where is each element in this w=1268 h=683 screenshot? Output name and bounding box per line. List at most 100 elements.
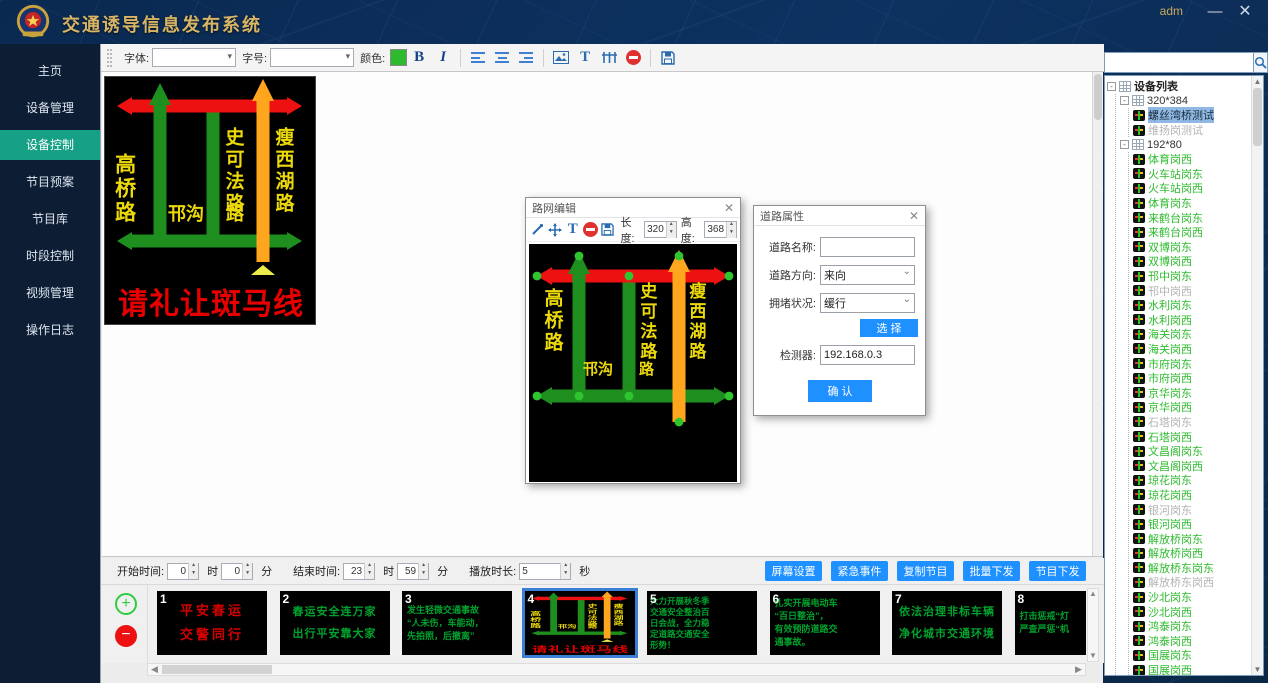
- canvas-vertical-scrollbar[interactable]: [1092, 72, 1103, 557]
- action-button-1[interactable]: 屏幕设置: [765, 561, 822, 581]
- action-button-2[interactable]: 紧急事件: [831, 561, 888, 581]
- sidebar-item-1[interactable]: 主页: [0, 56, 100, 86]
- stepper-arrows[interactable]: ▲▼: [364, 563, 374, 579]
- playlist-item-6[interactable]: 6扎实开展电动车“百日整治”，有效预防道路交通事故。: [770, 591, 880, 655]
- playlist-vertical-scrollbar[interactable]: ▲ ▼: [1087, 588, 1099, 662]
- playlist-item-2[interactable]: 2春运安全连万家出行平安靠大家: [280, 591, 390, 655]
- road-properties-titlebar[interactable]: 道路属性 ✕: [754, 206, 925, 226]
- insert-text-button[interactable]: T: [574, 47, 596, 69]
- road-properties-close-icon[interactable]: ✕: [909, 209, 919, 223]
- tree-vertical-scrollbar[interactable]: ▲ ▼: [1251, 76, 1263, 675]
- device-search-input[interactable]: [1104, 52, 1254, 73]
- scrollbar-thumb[interactable]: [162, 665, 272, 674]
- font-size-dropdown[interactable]: [270, 48, 354, 67]
- tree-expander-icon[interactable]: -: [1120, 140, 1129, 149]
- device-item[interactable]: 解放桥岗西: [1133, 546, 1247, 561]
- device-item[interactable]: 沙北岗西: [1133, 604, 1247, 619]
- device-item[interactable]: 京华岗西: [1133, 400, 1247, 415]
- height-stepper[interactable]: 368 ▲▼: [704, 221, 737, 238]
- road-edit-canvas[interactable]: 高桥路史可法路瘦西湖路邗沟路: [529, 244, 737, 482]
- add-program-button[interactable]: +: [115, 593, 137, 615]
- delete-button[interactable]: [622, 47, 644, 69]
- device-item[interactable]: 沙北岗东: [1133, 590, 1247, 605]
- end-hour-stepper[interactable]: 23▲▼: [343, 563, 375, 580]
- stepper-arrows[interactable]: ▲▼: [188, 563, 198, 579]
- device-item[interactable]: 维扬岗测试: [1133, 123, 1247, 138]
- device-item[interactable]: 来鹤台岗西: [1133, 225, 1247, 240]
- device-item[interactable]: 来鹤台岗东: [1133, 210, 1247, 225]
- device-search-button[interactable]: [1254, 52, 1268, 73]
- congestion-select[interactable]: 缓行: [820, 293, 915, 313]
- device-item[interactable]: 鸿泰岗东: [1133, 619, 1247, 634]
- playlist-horizontal-scrollbar[interactable]: ◀ ▶: [147, 663, 1086, 676]
- device-item[interactable]: 鸿泰岗西: [1133, 634, 1247, 649]
- duration-stepper[interactable]: 5▲▼: [519, 563, 571, 580]
- stepper-arrows[interactable]: ▲▼: [418, 563, 428, 579]
- save-button[interactable]: [657, 47, 679, 69]
- device-item[interactable]: 银河岗西: [1133, 517, 1247, 532]
- bold-button[interactable]: B: [408, 47, 430, 69]
- font-family-dropdown[interactable]: [152, 48, 236, 67]
- sign-preview[interactable]: 高桥路史可法路瘦西湖路邗沟路请礼让斑马线: [104, 76, 316, 325]
- action-button-3[interactable]: 复制节目: [897, 561, 954, 581]
- device-item[interactable]: 邗中岗东: [1133, 269, 1247, 284]
- device-item[interactable]: 水利岗西: [1133, 313, 1247, 328]
- playlist-item-1[interactable]: 1平安春运交警同行: [157, 591, 267, 655]
- length-stepper[interactable]: 320 ▲▼: [644, 221, 677, 238]
- tree-root-row[interactable]: -设备列表: [1107, 79, 1247, 94]
- road-name-input[interactable]: [820, 237, 915, 257]
- action-button-4[interactable]: 批量下发: [963, 561, 1020, 581]
- action-button-5[interactable]: 节目下发: [1029, 561, 1086, 581]
- device-item[interactable]: 双博岗东: [1133, 240, 1247, 255]
- end-minute-stepper[interactable]: 59▲▼: [397, 563, 429, 580]
- device-item[interactable]: 市府岗东: [1133, 356, 1247, 371]
- tree-expander-icon[interactable]: -: [1107, 82, 1116, 91]
- scrollbar-thumb[interactable]: [1253, 88, 1262, 146]
- playlist-item-4[interactable]: 4高桥路史可法路瘦西湖路邗沟路请礼让斑马线: [525, 591, 635, 655]
- window-minimize-button[interactable]: —: [1204, 2, 1226, 22]
- tree-group-192x80[interactable]: -192*80: [1120, 137, 1247, 152]
- playlist-item-8[interactable]: 8打击惩戒“灯严查严惩“机: [1015, 591, 1087, 655]
- align-center-button[interactable]: [491, 47, 513, 69]
- tree-expander-icon[interactable]: -: [1120, 96, 1129, 105]
- device-item[interactable]: 邗中岗西: [1133, 283, 1247, 298]
- scroll-right-arrow-icon[interactable]: ▶: [1072, 664, 1085, 675]
- scroll-up-arrow-icon[interactable]: ▲: [1252, 76, 1263, 87]
- device-item[interactable]: 市府岗西: [1133, 371, 1247, 386]
- edit-text-button[interactable]: T: [565, 221, 581, 239]
- device-item[interactable]: 火车站岗东: [1133, 167, 1247, 182]
- device-item[interactable]: 体育岗西: [1133, 152, 1247, 167]
- sidebar-item-2[interactable]: 设备管理: [0, 93, 100, 123]
- device-item[interactable]: 体育岗东: [1133, 196, 1247, 211]
- device-item[interactable]: 文昌阁岗西: [1133, 458, 1247, 473]
- device-item[interactable]: 火车站岗西: [1133, 181, 1247, 196]
- sidebar-item-6[interactable]: 时段控制: [0, 241, 100, 271]
- start-minute-stepper[interactable]: 0▲▼: [221, 563, 253, 580]
- edit-delete-button[interactable]: [583, 221, 599, 239]
- confirm-button[interactable]: 确 认: [808, 380, 872, 402]
- device-item[interactable]: 海关岗东: [1133, 327, 1247, 342]
- device-item[interactable]: 解放桥岗东: [1133, 531, 1247, 546]
- device-item[interactable]: 双博岗西: [1133, 254, 1247, 269]
- align-right-button[interactable]: [515, 47, 537, 69]
- stepper-arrows[interactable]: ▲▼: [242, 563, 252, 579]
- sidebar-item-4[interactable]: 节目预案: [0, 167, 100, 197]
- device-item[interactable]: 解放桥东岗东: [1133, 561, 1247, 576]
- start-hour-stepper[interactable]: 0▲▼: [167, 563, 199, 580]
- design-canvas[interactable]: 高桥路史可法路瘦西湖路邗沟路请礼让斑马线 路网编辑 ✕ T: [102, 72, 1103, 557]
- road-edit-close-icon[interactable]: ✕: [724, 201, 734, 215]
- device-item[interactable]: 石塔岗西: [1133, 429, 1247, 444]
- window-close-button[interactable]: ✕: [1234, 2, 1256, 22]
- scroll-left-arrow-icon[interactable]: ◀: [148, 664, 161, 675]
- remove-program-button[interactable]: −: [115, 625, 137, 647]
- toolbar-grip[interactable]: [107, 49, 112, 67]
- device-item[interactable]: 国展岗东: [1133, 648, 1247, 663]
- draw-road-button[interactable]: [530, 221, 546, 239]
- device-item[interactable]: 海关岗西: [1133, 342, 1247, 357]
- device-item[interactable]: 解放桥东岗西: [1133, 575, 1247, 590]
- road-network-button[interactable]: [598, 47, 620, 69]
- playlist-item-7[interactable]: 7依法治理非标车辆净化城市交通环境: [892, 591, 1002, 655]
- device-item[interactable]: 国展岗西: [1133, 663, 1247, 676]
- tree-group-320x384[interactable]: -320*384: [1120, 94, 1247, 109]
- road-direction-select[interactable]: 来向: [820, 265, 915, 285]
